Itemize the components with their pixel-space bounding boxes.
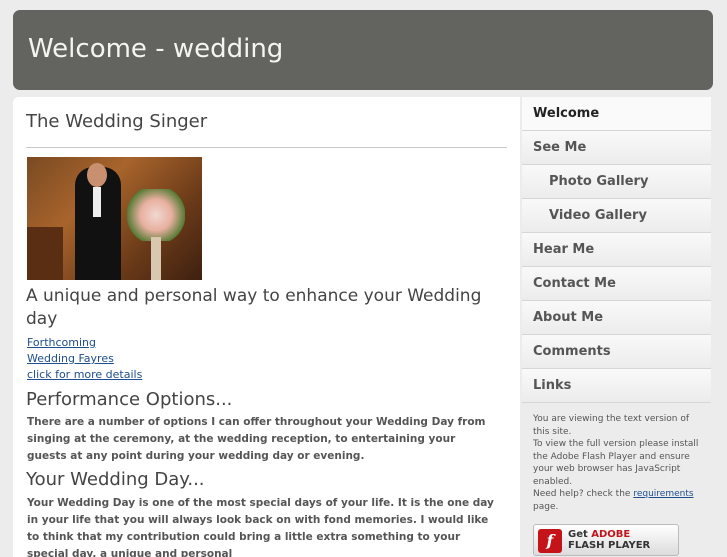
flash-notice: You are viewing the text version of this… bbox=[522, 403, 711, 513]
notice-help-prefix: Need help? check the bbox=[533, 489, 634, 499]
main-content: The Wedding Singer A unique and personal… bbox=[13, 97, 520, 557]
wedding-day-text: Your Wedding Day is one of the most spec… bbox=[27, 497, 494, 557]
site-header: Welcome - wedding bbox=[13, 10, 713, 90]
page-title: The Wedding Singer bbox=[26, 111, 208, 132]
nav-photo-gallery[interactable]: Photo Gallery bbox=[522, 165, 711, 199]
photo-pew bbox=[27, 227, 63, 280]
notice-help: Need help? check the requirements page. bbox=[533, 488, 700, 513]
content-links: Forthcoming Wedding Fayres click for mor… bbox=[27, 335, 142, 383]
nav-see-me[interactable]: See Me bbox=[522, 131, 711, 165]
flash-get-label: Get bbox=[568, 529, 592, 540]
title-divider bbox=[26, 147, 507, 148]
photo-flower-stand bbox=[151, 237, 161, 280]
flash-icon: f bbox=[538, 529, 562, 553]
nav-welcome[interactable]: Welcome bbox=[522, 97, 711, 131]
link-forthcoming[interactable]: Forthcoming bbox=[27, 335, 142, 351]
nav-comments[interactable]: Comments bbox=[522, 335, 711, 369]
link-wedding-fayres[interactable]: Wedding Fayres bbox=[27, 351, 142, 367]
flash-badge-text: Get ADOBE FLASH PLAYER bbox=[568, 529, 650, 551]
singer-photo bbox=[27, 157, 202, 280]
notice-install-flash: To view the full version please install … bbox=[533, 439, 699, 487]
nav-links[interactable]: Links bbox=[522, 369, 711, 403]
notice-help-suffix: page. bbox=[533, 501, 559, 512]
requirements-link[interactable]: requirements bbox=[633, 489, 693, 499]
flash-brand-label: ADOBE bbox=[591, 529, 631, 540]
tagline: A unique and personal way to enhance you… bbox=[26, 286, 482, 329]
photo-head bbox=[87, 163, 107, 187]
get-flash-player-button[interactable]: f Get ADOBE FLASH PLAYER bbox=[533, 524, 679, 556]
nav-contact-me[interactable]: Contact Me bbox=[522, 267, 711, 301]
wedding-day-heading: Your Wedding Day... bbox=[26, 469, 205, 490]
link-more-details[interactable]: click for more details bbox=[27, 367, 142, 383]
photo-flowers bbox=[127, 189, 185, 241]
sidebar: Welcome See Me Photo Gallery Video Galle… bbox=[522, 97, 711, 557]
performance-text: There are a number of options I can offe… bbox=[27, 416, 486, 462]
flash-product-label: FLASH PLAYER bbox=[568, 540, 651, 551]
photo-shirt bbox=[93, 187, 101, 217]
notice-text-version: You are viewing the text version of this… bbox=[533, 414, 690, 437]
site-title: Welcome - wedding bbox=[28, 34, 284, 64]
nav-hear-me[interactable]: Hear Me bbox=[522, 233, 711, 267]
performance-heading: Performance Options... bbox=[26, 389, 233, 410]
nav-video-gallery[interactable]: Video Gallery bbox=[522, 199, 711, 233]
nav-about-me[interactable]: About Me bbox=[522, 301, 711, 335]
